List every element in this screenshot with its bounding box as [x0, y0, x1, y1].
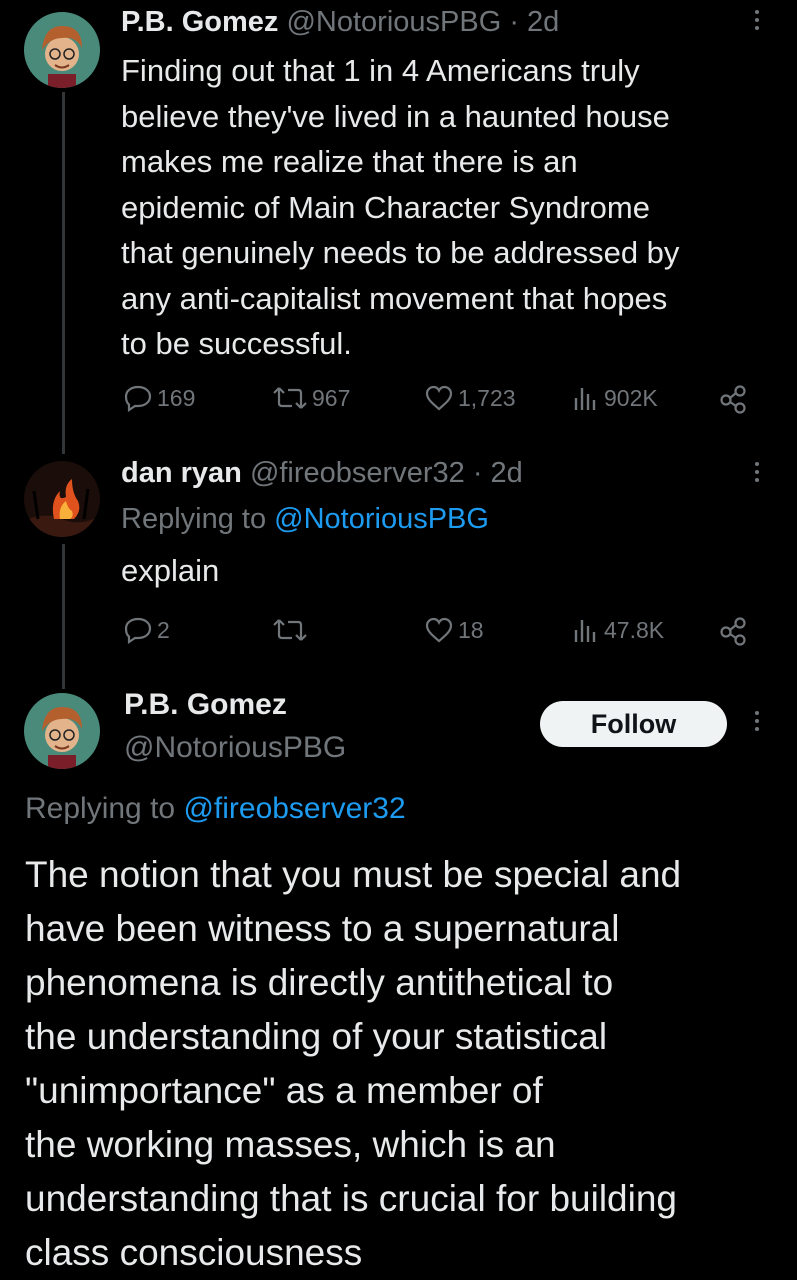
like-count: 18 [458, 616, 484, 643]
view-count: 47.8K [604, 616, 665, 643]
author-handle[interactable]: @fireobserver32 [250, 457, 465, 489]
share-button[interactable] [718, 384, 748, 414]
thread-line-2 [62, 544, 65, 689]
heart-icon [425, 617, 453, 643]
more-icon[interactable] [754, 10, 760, 30]
share-button[interactable] [718, 616, 748, 646]
avatar[interactable] [24, 693, 100, 769]
author-handle[interactable]: @NotoriousPBG [124, 731, 346, 765]
like-button[interactable]: 18 [424, 616, 484, 644]
views-button[interactable]: 902K [572, 384, 658, 412]
views-icon [574, 620, 596, 642]
views-icon [574, 388, 596, 410]
thread-line-1 [62, 92, 65, 454]
reply-icon [124, 617, 152, 644]
tweet-text: Finding out that 1 in 4 Americans truly … [121, 53, 680, 361]
retweet-count: 967 [312, 384, 351, 411]
reply-count: 169 [157, 384, 196, 411]
mention-link[interactable]: @fireobserver32 [183, 792, 405, 825]
tweet-time[interactable]: · 2d [473, 457, 523, 489]
tweet-text: explain [121, 553, 220, 588]
reply-count: 2 [157, 616, 170, 643]
avatar[interactable] [24, 461, 100, 537]
reply-button[interactable]: 2 [123, 616, 170, 644]
replying-to: Replying to @NotoriousPBG [121, 503, 489, 535]
author-handle[interactable]: @NotoriousPBG [286, 6, 501, 38]
like-button[interactable]: 1,723 [424, 384, 516, 412]
heart-icon [425, 385, 453, 411]
more-icon[interactable] [754, 711, 760, 731]
follow-button[interactable]: Follow [540, 701, 727, 747]
mention-link[interactable]: @NotoriousPBG [274, 503, 489, 535]
view-count: 902K [604, 384, 658, 411]
replying-to: Replying to @fireobserver32 [25, 792, 406, 825]
retweet-icon [273, 387, 307, 409]
more-icon[interactable] [754, 462, 760, 482]
like-count: 1,723 [458, 384, 516, 411]
share-icon [720, 617, 746, 646]
retweet-icon [273, 619, 307, 641]
tweet-time[interactable]: · 2d [509, 6, 559, 38]
avatar[interactable] [24, 12, 100, 88]
author-name[interactable]: P.B. Gomez [121, 6, 278, 38]
author-name[interactable]: P.B. Gomez [124, 688, 287, 722]
retweet-button[interactable]: 967 [272, 384, 350, 412]
reply-icon [124, 385, 152, 412]
author-name[interactable]: dan ryan [121, 457, 242, 489]
share-icon [720, 385, 746, 414]
views-button[interactable]: 47.8K [572, 616, 664, 644]
retweet-button[interactable] [272, 616, 312, 644]
tweet-text: The notion that you must be special and … [25, 854, 682, 1273]
reply-button[interactable]: 169 [123, 384, 195, 412]
